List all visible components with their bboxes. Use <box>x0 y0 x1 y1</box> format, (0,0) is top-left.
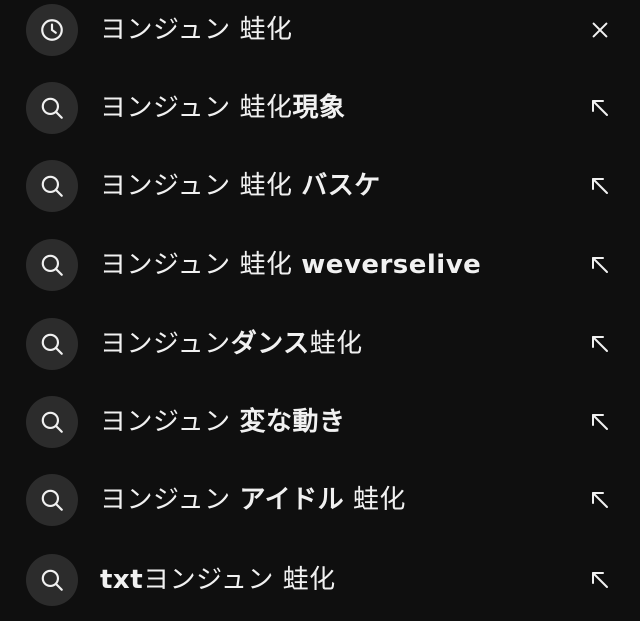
suggestion-row[interactable]: ヨンジュン 蛙化 weverselive <box>0 225 640 304</box>
search-icon <box>26 238 78 291</box>
suggestion-row[interactable]: ヨンジュン 変な動き <box>0 382 640 461</box>
search-icon <box>26 473 78 526</box>
suggestion-text-completion: ダンス <box>230 328 310 359</box>
search-icon <box>26 317 78 370</box>
suggestion-text-part: ヨンジュン 蛙化 <box>100 249 302 280</box>
suggestion-row-history[interactable]: ヨンジュン 蛙化 <box>0 0 640 69</box>
arrow-up-left-icon[interactable] <box>580 245 620 285</box>
suggestion-text-completion: 現象 <box>292 92 346 123</box>
suggestion-row[interactable]: ヨンジュン 蛙化 バスケ <box>0 146 640 225</box>
search-icon <box>26 553 78 606</box>
search-icon <box>26 81 78 134</box>
suggestion-text-part: 蛙化 <box>309 328 363 359</box>
suggestion-text-part: ヨンジュン 蛙化 <box>100 14 293 45</box>
arrow-up-left-icon[interactable] <box>580 480 620 520</box>
suggestion-row[interactable]: ヨンジュンダンス蛙化 <box>0 304 640 383</box>
arrow-up-left-icon[interactable] <box>580 88 620 128</box>
clock-icon <box>26 3 78 56</box>
suggestion-text: ヨンジュン 蛙化 weverselive <box>100 252 481 278</box>
suggestion-text: ヨンジュン アイドル 蛙化 <box>100 487 406 513</box>
suggestion-text-part: 蛙化 <box>344 484 406 515</box>
suggestion-text: ヨンジュン 変な動き <box>100 409 345 435</box>
arrow-up-left-icon[interactable] <box>580 166 620 206</box>
search-suggestion-list: ヨンジュン 蛙化 ヨンジュン 蛙化現象 ヨンジュン 蛙化 バスケ ヨンジュン 蛙… <box>0 0 640 621</box>
suggestion-text-part: ヨンジュン <box>100 406 240 437</box>
arrow-up-left-icon[interactable] <box>580 324 620 364</box>
suggestion-text-completion: txt <box>100 564 144 595</box>
suggestion-text: ヨンジュン 蛙化 バスケ <box>100 173 381 199</box>
search-icon <box>26 159 78 212</box>
suggestion-text: ヨンジュン 蛙化 <box>100 17 292 43</box>
suggestion-text: ヨンジュンダンス蛙化 <box>100 331 363 357</box>
suggestion-text-completion: weverselive <box>301 249 482 280</box>
suggestion-row[interactable]: ヨンジュン アイドル 蛙化 <box>0 460 640 539</box>
search-icon <box>26 395 78 448</box>
suggestion-text-part: ヨンジュン 蛙化 <box>100 92 293 123</box>
close-icon[interactable] <box>580 10 620 50</box>
suggestion-row[interactable]: ヨンジュン 蛙化現象 <box>0 68 640 147</box>
suggestion-text-completion: バスケ <box>301 170 381 201</box>
suggestion-row[interactable]: txtヨンジュン 蛙化 <box>0 540 640 619</box>
arrow-up-left-icon[interactable] <box>580 402 620 442</box>
suggestion-text-part: ヨンジュン <box>100 328 231 359</box>
suggestion-text-part: ヨンジュン 蛙化 <box>143 564 336 595</box>
suggestion-text: txtヨンジュン 蛙化 <box>100 567 336 593</box>
suggestion-text-completion: アイドル <box>239 484 345 515</box>
suggestion-text-part: ヨンジュン <box>100 484 240 515</box>
suggestion-text-part: ヨンジュン 蛙化 <box>100 170 302 201</box>
arrow-up-left-icon[interactable] <box>580 560 620 600</box>
suggestion-text: ヨンジュン 蛙化現象 <box>100 95 345 121</box>
suggestion-text-completion: 変な動き <box>239 406 346 437</box>
